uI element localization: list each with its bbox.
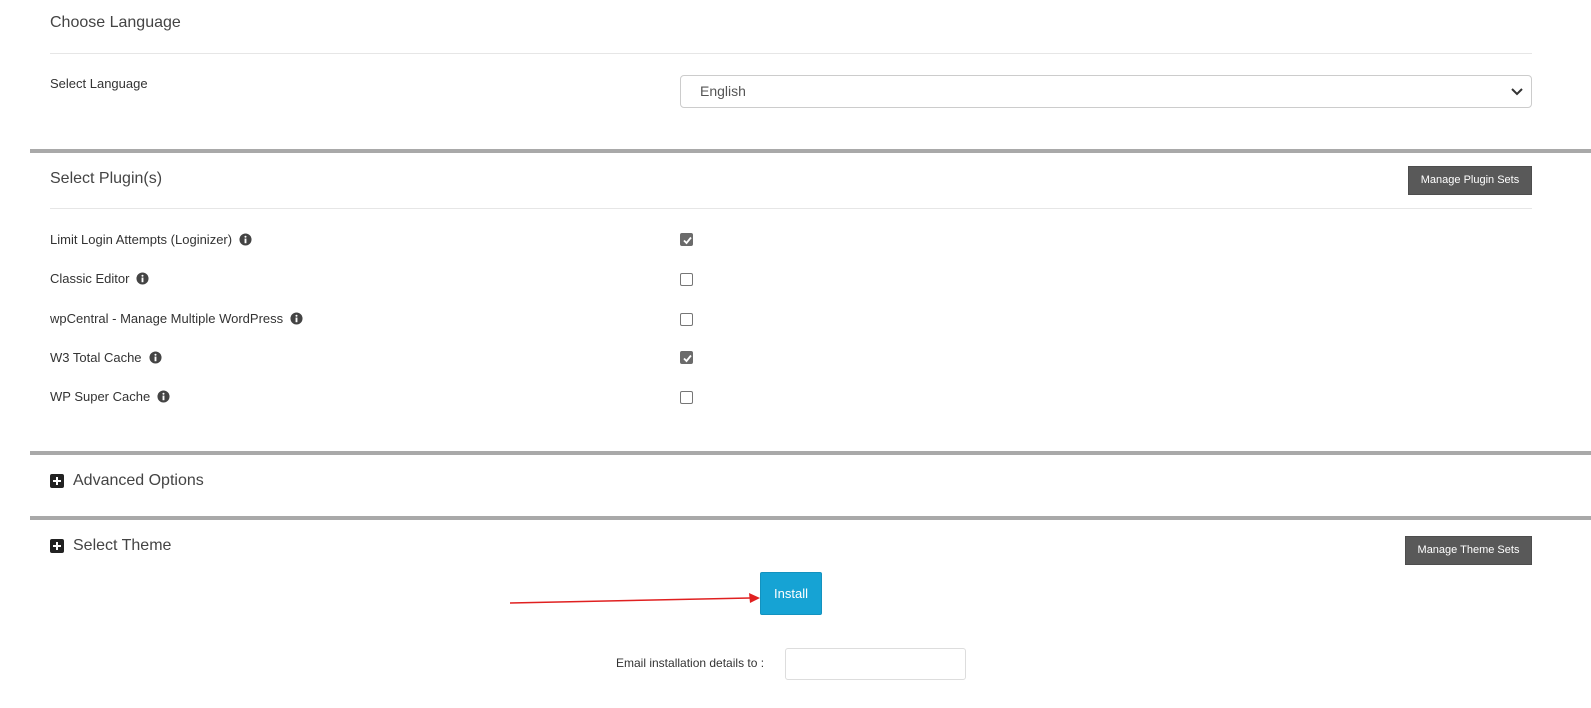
select-theme-title: Select Theme (73, 537, 172, 554)
email-label: Email installation details to : (616, 656, 765, 670)
plugin-label-wpcentral: wpCentral - Manage Multiple WordPress (50, 311, 303, 326)
choose-language-title: Choose Language (50, 14, 181, 31)
plugin-label-classic-editor: Classic Editor (50, 271, 150, 286)
installer-form: Choose Language Select Language English … (0, 0, 1591, 708)
email-input[interactable] (785, 648, 966, 680)
plugin-name: W3 Total Cache (50, 350, 142, 365)
plugin-checkbox-wp-super-cache[interactable] (680, 391, 693, 404)
install-button[interactable]: Install (760, 572, 822, 615)
divider (50, 53, 1532, 54)
divider (50, 208, 1532, 209)
plugin-name: WP Super Cache (50, 389, 151, 404)
plugin-label-loginizer: Limit Login Attempts (Loginizer) (50, 232, 252, 247)
language-select-value: English (700, 83, 746, 99)
advanced-options-title: Advanced Options (73, 472, 204, 489)
check-icon (683, 354, 692, 363)
manage-theme-sets-button[interactable]: Manage Theme Sets (1405, 536, 1532, 565)
manage-plugin-sets-button[interactable]: Manage Plugin Sets (1408, 166, 1532, 195)
plugin-label-w3-total-cache: W3 Total Cache (50, 350, 162, 365)
plus-square-icon (50, 539, 64, 553)
info-circle-icon[interactable] (136, 272, 150, 285)
plugin-name: Classic Editor (50, 271, 130, 286)
select-language-label: Select Language (50, 76, 148, 91)
section-divider (30, 516, 1591, 520)
plus-square-icon (50, 474, 64, 488)
info-circle-icon[interactable] (157, 390, 170, 403)
select-theme-toggle[interactable]: Select Theme (50, 537, 171, 555)
annotation-arrow-icon (510, 593, 760, 604)
plugin-checkbox-loginizer[interactable] (680, 233, 693, 246)
chevron-down-icon (1511, 88, 1523, 96)
section-divider (30, 451, 1591, 455)
plugin-label-wp-super-cache: WP Super Cache (50, 389, 170, 404)
section-divider (30, 149, 1591, 153)
select-plugins-title: Select Plugin(s) (50, 170, 163, 187)
info-circle-icon[interactable] (239, 233, 252, 246)
language-select[interactable]: English (680, 75, 1532, 108)
info-circle-icon[interactable] (148, 351, 162, 364)
plugin-name: wpCentral - Manage Multiple WordPress (50, 311, 284, 326)
plugin-name: Limit Login Attempts (Loginizer) (50, 232, 233, 247)
advanced-options-toggle[interactable]: Advanced Options (50, 472, 204, 490)
plugin-checkbox-w3-total-cache[interactable] (680, 351, 693, 364)
check-icon (683, 236, 692, 245)
plugin-checkbox-classic-editor[interactable] (680, 273, 693, 286)
info-circle-icon[interactable] (290, 312, 303, 325)
plugin-checkbox-wpcentral[interactable] (680, 313, 693, 326)
